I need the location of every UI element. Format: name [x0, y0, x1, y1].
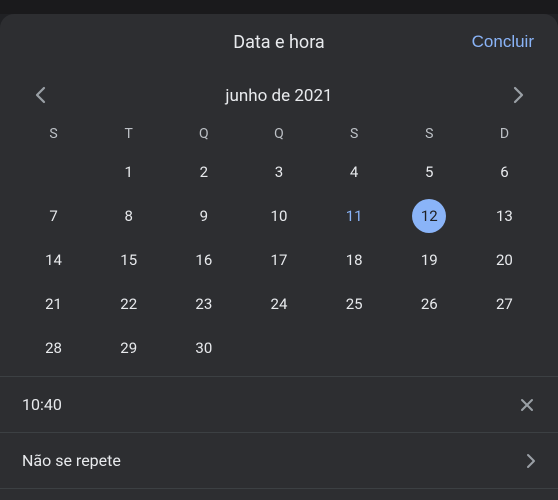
chevron-right-icon — [526, 453, 536, 469]
chevron-left-icon — [35, 86, 46, 107]
calendar-day[interactable]: 3 — [241, 152, 316, 192]
month-year-label: junho de 2021 — [52, 86, 506, 106]
weekday-label: Q — [241, 126, 316, 142]
calendar-empty-cell — [16, 152, 91, 192]
calendar-day[interactable]: 16 — [166, 240, 241, 280]
weekday-label: T — [91, 126, 166, 142]
calendar-day[interactable]: 6 — [467, 152, 542, 192]
close-icon — [518, 396, 536, 414]
weekday-label: S — [392, 126, 467, 142]
sheet-title: Data e hora — [233, 32, 324, 53]
clear-time-button[interactable] — [518, 396, 536, 414]
calendar-day[interactable]: 30 — [166, 328, 241, 368]
done-button[interactable]: Concluir — [472, 32, 534, 52]
month-navigation: junho de 2021 — [0, 70, 558, 126]
calendar-day[interactable]: 15 — [91, 240, 166, 280]
sheet-header: Data e hora Concluir — [0, 14, 558, 70]
calendar-day[interactable]: 12 — [392, 196, 467, 236]
weekday-label: S — [16, 126, 91, 142]
calendar-day[interactable]: 28 — [16, 328, 91, 368]
calendar-day[interactable]: 21 — [16, 284, 91, 324]
calendar-day[interactable]: 22 — [91, 284, 166, 324]
calendar-day[interactable]: 25 — [317, 284, 392, 324]
calendar-day[interactable]: 18 — [317, 240, 392, 280]
calendar-day[interactable]: 27 — [467, 284, 542, 324]
date-time-sheet: Data e hora Concluir junho de 2021 S T Q… — [0, 14, 558, 500]
weekday-label: Q — [166, 126, 241, 142]
calendar-day[interactable]: 4 — [317, 152, 392, 192]
calendar-day[interactable]: 9 — [166, 196, 241, 236]
calendar-day[interactable]: 2 — [166, 152, 241, 192]
calendar-day[interactable]: 14 — [16, 240, 91, 280]
calendar-day[interactable]: 19 — [392, 240, 467, 280]
calendar-day[interactable]: 23 — [166, 284, 241, 324]
weekday-header-row: S T Q Q S S D — [0, 126, 558, 142]
chevron-right-icon — [513, 86, 524, 107]
weekday-label: S — [317, 126, 392, 142]
repeat-row[interactable]: Não se repete — [0, 433, 558, 489]
calendar-day[interactable]: 7 — [16, 196, 91, 236]
time-row[interactable]: 10:40 — [0, 377, 558, 433]
calendar-day[interactable]: 26 — [392, 284, 467, 324]
time-value: 10:40 — [22, 395, 62, 414]
calendar-day[interactable]: 1 — [91, 152, 166, 192]
calendar-day[interactable]: 8 — [91, 196, 166, 236]
calendar-day[interactable]: 11 — [317, 196, 392, 236]
calendar-day[interactable]: 20 — [467, 240, 542, 280]
prev-month-button[interactable] — [28, 84, 52, 108]
calendar-day[interactable]: 13 — [467, 196, 542, 236]
repeat-label: Não se repete — [22, 451, 121, 470]
calendar-day[interactable]: 5 — [392, 152, 467, 192]
calendar-day[interactable]: 24 — [241, 284, 316, 324]
weekday-label: D — [467, 126, 542, 142]
calendar-grid: 1234567891011121314151617181920212223242… — [0, 152, 558, 368]
next-month-button[interactable] — [506, 84, 530, 108]
calendar-day[interactable]: 17 — [241, 240, 316, 280]
calendar-day[interactable]: 29 — [91, 328, 166, 368]
calendar-day[interactable]: 10 — [241, 196, 316, 236]
